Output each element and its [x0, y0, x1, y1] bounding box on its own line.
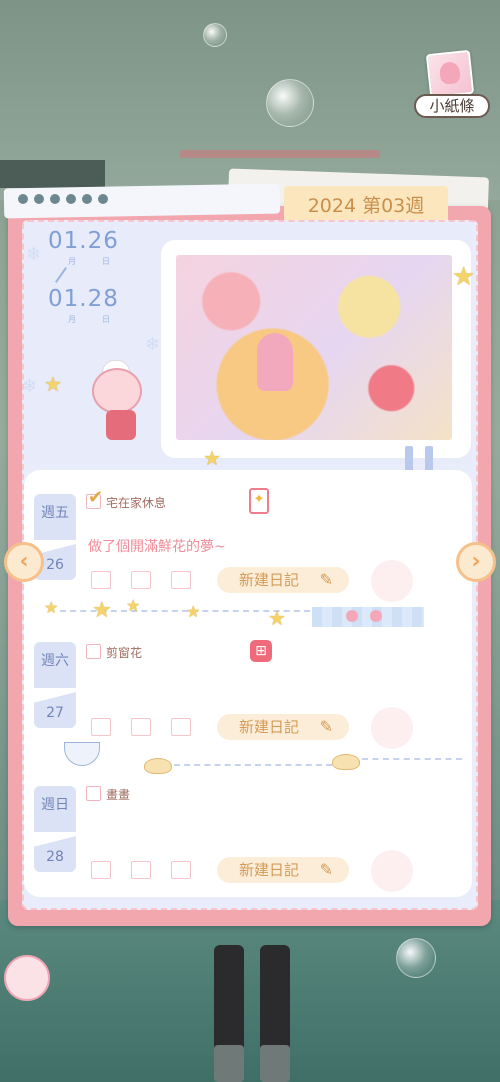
task-checkbox[interactable]	[86, 786, 101, 801]
edit-pen-icon: ✎	[319, 570, 333, 589]
end-day-unit: 日	[102, 315, 110, 324]
start-month-unit: 月	[68, 257, 76, 266]
ring-hole	[34, 194, 44, 204]
daily-list-panel	[24, 470, 472, 897]
star-icon: ★	[44, 598, 59, 617]
next-week-button[interactable]: ›	[456, 542, 496, 582]
new-diary-button[interactable]: 新建日記 ✎	[217, 567, 349, 593]
mood-stamp[interactable]	[371, 850, 413, 892]
snowflake-icon: ❄	[26, 244, 42, 265]
photo-slot[interactable]	[91, 718, 111, 736]
day-tag: 週日 28	[34, 786, 76, 872]
photo-slot[interactable]	[91, 571, 111, 589]
bubble-decoration	[203, 23, 227, 47]
dumpling-icon	[144, 758, 172, 774]
washi-tape-decoration	[312, 607, 424, 627]
background-shelf	[0, 160, 105, 188]
ring-hole	[82, 194, 92, 204]
ring-hole	[50, 194, 60, 204]
star-icon: ★	[44, 372, 62, 396]
ring-hole	[66, 194, 76, 204]
task-checkbox[interactable]	[86, 644, 101, 659]
day-tag: 週六 27	[34, 642, 76, 728]
photo-slot[interactable]	[171, 718, 191, 736]
star-icon: ★	[203, 446, 221, 470]
gift-icon[interactable]: ⊞	[250, 640, 272, 662]
bubble-decoration	[266, 79, 314, 127]
edit-pen-icon: ✎	[319, 717, 333, 736]
chevron-left-icon: ‹	[19, 549, 29, 574]
snowflake-icon: ❄	[22, 376, 38, 397]
task-text: 畫畫	[106, 788, 131, 802]
weekday-label: 週六	[34, 642, 76, 688]
photo-card-icon[interactable]: ✦	[249, 488, 269, 514]
mood-stamp[interactable]	[371, 560, 413, 602]
note-shortcut-label: 小紙條	[414, 94, 490, 118]
dashed-divider	[362, 758, 462, 760]
task-text: 宅在家休息	[106, 496, 167, 510]
star-icon: ★	[92, 598, 112, 623]
start-day-unit: 日	[102, 257, 110, 266]
chevron-right-icon: ›	[471, 549, 481, 574]
player-character-legs	[210, 945, 294, 1082]
new-diary-label: 新建日記	[239, 718, 300, 736]
photo-slot[interactable]	[171, 571, 191, 589]
flower-dream-photo	[176, 255, 452, 440]
weekday-label: 週五	[34, 494, 76, 540]
new-diary-button[interactable]: 新建日記 ✎	[217, 714, 349, 740]
task-text: 剪窗花	[106, 646, 143, 660]
photo-slot[interactable]	[131, 718, 151, 736]
edit-pen-icon: ✎	[319, 860, 333, 879]
snowflake-icon: ❄	[145, 334, 161, 355]
dumpling-icon	[332, 754, 360, 770]
bubble-decoration	[396, 938, 436, 978]
star-icon: ★	[452, 262, 476, 292]
photo-slot[interactable]	[131, 861, 151, 879]
day-number: 27	[34, 692, 76, 728]
ring-hole	[18, 194, 28, 204]
new-diary-label: 新建日記	[239, 571, 300, 589]
photo-slot[interactable]	[91, 861, 111, 879]
star-icon: ★	[126, 596, 141, 615]
background-rail	[180, 150, 380, 158]
dashed-divider	[174, 764, 332, 766]
diary-entry-text[interactable]: 做了個開滿鮮花的夢~	[88, 536, 226, 556]
end-month-unit: 月	[68, 315, 76, 324]
previous-week-button[interactable]: ‹	[4, 542, 44, 582]
photo-slot[interactable]	[171, 861, 191, 879]
ring-hole	[98, 194, 108, 204]
chibi-character-illustration	[78, 360, 166, 442]
new-diary-label: 新建日記	[239, 861, 300, 879]
ring-binding	[3, 183, 281, 219]
pet-paw-decoration	[0, 905, 70, 1005]
weekday-label: 週日	[34, 786, 76, 832]
star-icon: ★	[268, 606, 286, 630]
photo-character	[257, 333, 293, 391]
new-diary-button[interactable]: 新建日記 ✎	[217, 857, 349, 883]
note-photo-icon	[425, 49, 475, 99]
day-number: 28	[34, 836, 76, 872]
photo-slot[interactable]	[131, 571, 151, 589]
start-date: 01.26	[48, 228, 119, 254]
mood-stamp[interactable]	[371, 707, 413, 749]
end-date: 01.28	[48, 286, 119, 312]
star-icon: ★	[186, 602, 201, 621]
task-checkbox[interactable]	[86, 487, 103, 509]
note-shortcut-button[interactable]: 小紙條	[412, 49, 492, 120]
